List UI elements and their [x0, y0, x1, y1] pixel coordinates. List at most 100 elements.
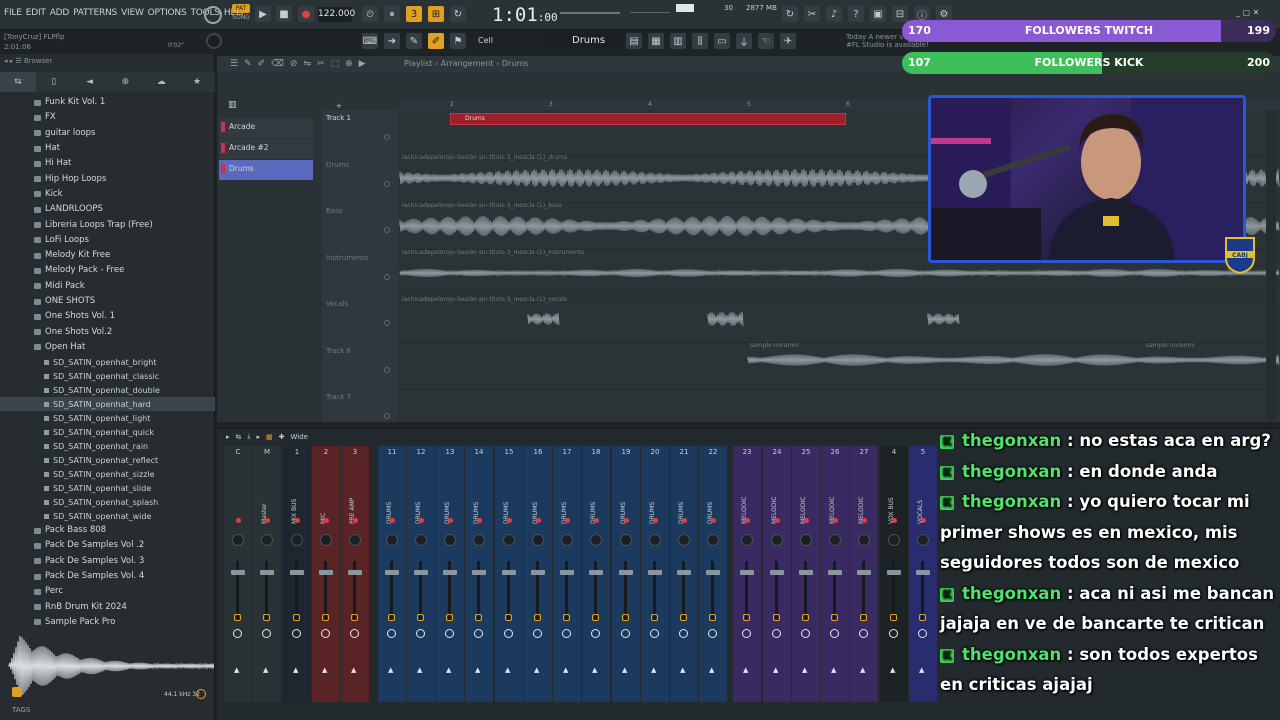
- pattern-item[interactable]: Drums: [219, 160, 313, 180]
- paint-icon[interactable]: ✐: [258, 59, 266, 69]
- route-icon[interactable]: [351, 614, 358, 621]
- strip-active-icon[interactable]: [353, 518, 358, 523]
- browser-folder[interactable]: Melody Kit Free: [0, 248, 215, 263]
- route-arrow-icon[interactable]: ▲: [446, 666, 451, 674]
- master-pitch-knob[interactable]: [206, 33, 222, 49]
- route-icon[interactable]: [388, 614, 395, 621]
- send-icon[interactable]: [292, 629, 301, 638]
- mixer-strip[interactable]: 3 PRE AMP ▲: [341, 446, 369, 702]
- browser-file[interactable]: SD_SATIN_openhat_bright: [0, 355, 215, 369]
- add-pattern-icon[interactable]: +: [336, 102, 342, 110]
- mixer-strip[interactable]: 19 DRUMS ▲: [612, 446, 640, 702]
- pat-mode-button[interactable]: PAT: [232, 4, 250, 13]
- route-icon[interactable]: [293, 614, 300, 621]
- route-icon[interactable]: [234, 614, 241, 621]
- zoom-icon[interactable]: ⊕: [345, 59, 353, 69]
- route-arrow-icon[interactable]: ▲: [234, 666, 239, 674]
- mixer-menu-icon[interactable]: ▸: [226, 433, 230, 441]
- browser-folder[interactable]: Open Hat: [0, 340, 215, 355]
- fader-handle[interactable]: [260, 570, 274, 575]
- browser-file[interactable]: SD_SATIN_openhat_wide: [0, 509, 215, 523]
- pan-knob[interactable]: [261, 534, 273, 546]
- route-icon[interactable]: [417, 614, 424, 621]
- strip-active-icon[interactable]: [507, 518, 512, 523]
- route-arrow-icon[interactable]: ▲: [651, 666, 656, 674]
- route-icon[interactable]: [680, 614, 687, 621]
- browser-folder[interactable]: ONE SHOTS: [0, 294, 215, 309]
- track-mute-icon[interactable]: [384, 413, 390, 419]
- route-arrow-icon[interactable]: ▲: [505, 666, 510, 674]
- send-icon[interactable]: [650, 629, 659, 638]
- playlist-button[interactable]: ▤: [626, 33, 642, 49]
- fader-handle[interactable]: [502, 570, 516, 575]
- strip-active-icon[interactable]: [477, 518, 482, 523]
- fader-handle[interactable]: [887, 570, 901, 575]
- route-icon[interactable]: [322, 614, 329, 621]
- send-icon[interactable]: [591, 629, 600, 638]
- send-icon[interactable]: [621, 629, 630, 638]
- browser-folder[interactable]: One Shots Vol. 1: [0, 309, 215, 324]
- route-icon[interactable]: [831, 614, 838, 621]
- mic-button[interactable]: ♪: [826, 6, 842, 22]
- browser-folder[interactable]: Sample Pack Pro: [0, 615, 215, 630]
- route-icon[interactable]: [446, 614, 453, 621]
- route-icon[interactable]: [534, 614, 541, 621]
- song-mode-button[interactable]: SONG: [232, 14, 250, 22]
- tab-all[interactable]: ⇆: [0, 72, 36, 92]
- fader-handle[interactable]: [916, 570, 930, 575]
- route-icon[interactable]: [622, 614, 629, 621]
- menu-view[interactable]: VIEW: [121, 8, 144, 18]
- pan-knob[interactable]: [649, 534, 661, 546]
- pan-knob[interactable]: [349, 534, 361, 546]
- fader-handle[interactable]: [560, 570, 574, 575]
- route-arrow-icon[interactable]: ▲: [388, 666, 393, 674]
- mixer-strip[interactable]: 26 MELODIC ▲: [821, 446, 849, 702]
- strip-active-icon[interactable]: [892, 518, 897, 523]
- send-icon[interactable]: [533, 629, 542, 638]
- route-icon[interactable]: [860, 614, 867, 621]
- browser-folder[interactable]: LANDRLOOPS: [0, 202, 215, 217]
- plugin-db-button[interactable]: ⏚: [736, 33, 752, 49]
- send-icon[interactable]: [262, 629, 271, 638]
- tempo-display[interactable]: 122.000: [318, 7, 355, 22]
- send-icon[interactable]: [445, 629, 454, 638]
- mixer-strip[interactable]: 12 DRUMS ▲: [407, 446, 435, 702]
- record-button[interactable]: ●: [298, 6, 314, 22]
- route-arrow-icon[interactable]: ▲: [802, 666, 807, 674]
- browser-file[interactable]: SD_SATIN_openhat_reflect: [0, 453, 215, 467]
- mixer-strip[interactable]: 11 DRUMS ▲: [378, 446, 406, 702]
- playback-icon[interactable]: ▶: [359, 59, 366, 69]
- project-picker-button[interactable]: ✈: [780, 33, 796, 49]
- select-icon[interactable]: ⬚: [331, 59, 340, 69]
- piano-roll-button[interactable]: ▦: [648, 33, 664, 49]
- track-mute-icon[interactable]: [384, 227, 390, 233]
- fader-handle[interactable]: [414, 570, 428, 575]
- route-arrow-icon[interactable]: ▲: [322, 666, 327, 674]
- track-header[interactable]: Drums: [322, 157, 398, 204]
- mixer-strip[interactable]: 18 DRUMS ▲: [582, 446, 610, 702]
- browser-file[interactable]: SD_SATIN_openhat_hard: [0, 397, 215, 412]
- menu-icon[interactable]: ☰: [230, 59, 238, 69]
- mixer-strip[interactable]: 21 DRUMS ▲: [670, 446, 698, 702]
- channel-rack-button[interactable]: ▥: [670, 33, 686, 49]
- pan-knob[interactable]: [232, 534, 244, 546]
- mixer-strip[interactable]: 22 DRUMS ▲: [699, 446, 727, 702]
- track-header[interactable]: Track 1: [322, 110, 398, 157]
- pattern-selector[interactable]: Drums: [544, 33, 624, 48]
- mixer-strip[interactable]: 4 VOX BUS ▲: [880, 446, 908, 702]
- send-icon[interactable]: [387, 629, 396, 638]
- strip-active-icon[interactable]: [594, 518, 599, 523]
- browser-file[interactable]: SD_SATIN_openhat_rain: [0, 439, 215, 453]
- pan-knob[interactable]: [291, 534, 303, 546]
- strip-active-icon[interactable]: [804, 518, 809, 523]
- route-arrow-icon[interactable]: ▲: [351, 666, 356, 674]
- browser-folder[interactable]: Hat: [0, 141, 215, 156]
- route-arrow-icon[interactable]: ▲: [293, 666, 298, 674]
- browser-file[interactable]: SD_SATIN_openhat_quick: [0, 425, 215, 439]
- mixer-strip[interactable]: 16 DRUMS ▲: [524, 446, 552, 702]
- browser-folder[interactable]: Pack De Samples Vol .2: [0, 538, 215, 553]
- menu-add[interactable]: ADD: [50, 8, 70, 18]
- help-button[interactable]: ?: [848, 6, 864, 22]
- route-icon[interactable]: [919, 614, 926, 621]
- mixer-strip[interactable]: 24 MELODIC ▲: [763, 446, 791, 702]
